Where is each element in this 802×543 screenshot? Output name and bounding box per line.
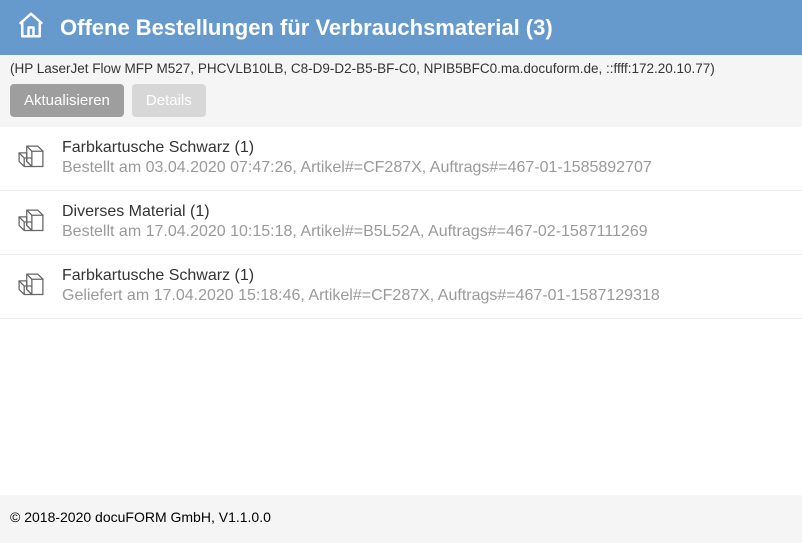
order-row[interactable]: Farbkartusche Schwarz (1) Bestellt am 03… [0,127,802,191]
refresh-button[interactable]: Aktualisieren [10,84,124,117]
order-detail: Bestellt am 17.04.2020 10:15:18, Artikel… [62,223,648,241]
order-title: Farbkartusche Schwarz (1) [62,139,652,157]
device-info: (HP LaserJet Flow MFP M527, PHCVLB10LB, … [0,55,802,84]
package-icon [14,141,48,180]
package-icon [14,269,48,308]
order-title: Farbkartusche Schwarz (1) [62,267,660,285]
home-icon[interactable] [16,10,46,45]
package-icon [14,205,48,244]
order-detail: Bestellt am 03.04.2020 07:47:26, Artikel… [62,159,652,177]
order-detail: Geliefert am 17.04.2020 15:18:46, Artike… [62,287,660,305]
header: Offene Bestellungen für Verbrauchsmateri… [0,0,802,55]
page-title: Offene Bestellungen für Verbrauchsmateri… [60,15,553,41]
details-button[interactable]: Details [132,84,206,117]
toolbar: Aktualisieren Details [0,84,802,127]
order-row[interactable]: Diverses Material (1) Bestellt am 17.04.… [0,191,802,255]
footer: © 2018-2020 docuFORM GmbH, V1.1.0.0 [0,495,802,543]
order-list: Farbkartusche Schwarz (1) Bestellt am 03… [0,127,802,495]
order-title: Diverses Material (1) [62,203,648,221]
order-row[interactable]: Farbkartusche Schwarz (1) Geliefert am 1… [0,255,802,319]
